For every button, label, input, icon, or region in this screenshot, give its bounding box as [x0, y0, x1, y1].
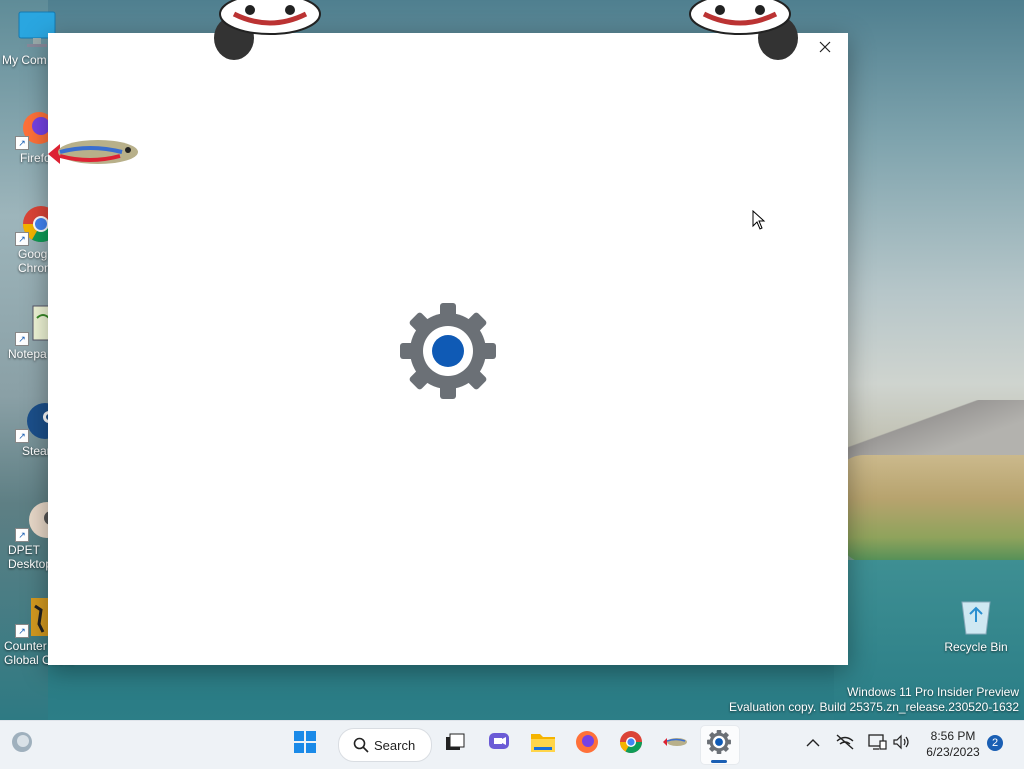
chrome-icon: [619, 730, 643, 759]
network-tray-button[interactable]: [829, 728, 861, 760]
watermark-build: Evaluation copy. Build 25375.zn_release.…: [729, 700, 1019, 714]
clock[interactable]: 8:56 PM 6/23/2023: [920, 729, 986, 759]
start-icon: [293, 730, 317, 759]
shortcut-arrow-icon: ↗: [15, 528, 29, 542]
settings-taskbar-button[interactable]: [703, 728, 735, 760]
desktop-icon-label: Recycle Bin: [944, 640, 1008, 654]
speaker-icon: [892, 734, 910, 755]
file-explorer-icon: [530, 730, 556, 759]
wallpaper-mountain: [834, 400, 1024, 460]
shortcut-arrow-icon: ↗: [15, 624, 29, 638]
clock-date: 6/23/2023: [926, 745, 980, 759]
close-icon: [819, 40, 831, 58]
start-button[interactable]: [289, 728, 321, 760]
firefox-taskbar-button[interactable]: [571, 728, 603, 760]
fish-icon: [662, 735, 688, 754]
chrome-taskbar-button[interactable]: [615, 728, 647, 760]
close-button[interactable]: [802, 33, 848, 65]
network-off-icon: [835, 733, 855, 756]
weather-icon: [10, 730, 34, 759]
display-icon: [867, 733, 887, 756]
chevron-up-icon: [806, 735, 820, 753]
active-app-indicator: [711, 760, 727, 763]
fish-pet-taskbar-button[interactable]: [659, 728, 691, 760]
file-explorer-button[interactable]: [527, 728, 559, 760]
search-icon: [353, 737, 369, 753]
clock-time: 8:56 PM: [930, 729, 976, 743]
windows-watermark: Windows 11 Pro Insider Preview Evaluatio…: [729, 685, 1019, 715]
shortcut-arrow-icon: ↗: [15, 232, 29, 246]
task-view-button[interactable]: [438, 728, 470, 760]
task-view-icon: [442, 730, 466, 759]
chat-icon: [487, 730, 511, 759]
volume-tray-button[interactable]: [885, 728, 917, 760]
search-label: Search: [374, 737, 416, 753]
settings-gear-icon: [398, 301, 498, 401]
watermark-edition: Windows 11 Pro Insider Preview: [847, 685, 1019, 699]
shortcut-arrow-icon: ↗: [15, 136, 29, 150]
mouse-cursor-icon: [752, 209, 766, 235]
shortcut-arrow-icon: ↗: [15, 429, 29, 443]
wallpaper-field: [834, 455, 1024, 565]
desktop-icon-recycle-bin[interactable]: Recycle Bin: [938, 596, 1014, 654]
settings-icon: [706, 729, 732, 760]
mascot-right[interactable]: [682, 0, 800, 62]
show-hidden-icons-button[interactable]: [797, 728, 829, 760]
notification-badge[interactable]: 2: [987, 735, 1003, 751]
taskbar-search-box[interactable]: Search: [338, 728, 432, 762]
chat-button[interactable]: [483, 728, 515, 760]
firefox-icon: [575, 730, 599, 759]
shortcut-arrow-icon: ↗: [15, 332, 29, 346]
mascot-left[interactable]: [210, 0, 328, 62]
desktop-fish-pet[interactable]: [44, 128, 142, 179]
settings-window[interactable]: —: [48, 33, 848, 665]
widgets-button[interactable]: [6, 728, 38, 760]
recycle-bin-icon: [956, 596, 996, 636]
